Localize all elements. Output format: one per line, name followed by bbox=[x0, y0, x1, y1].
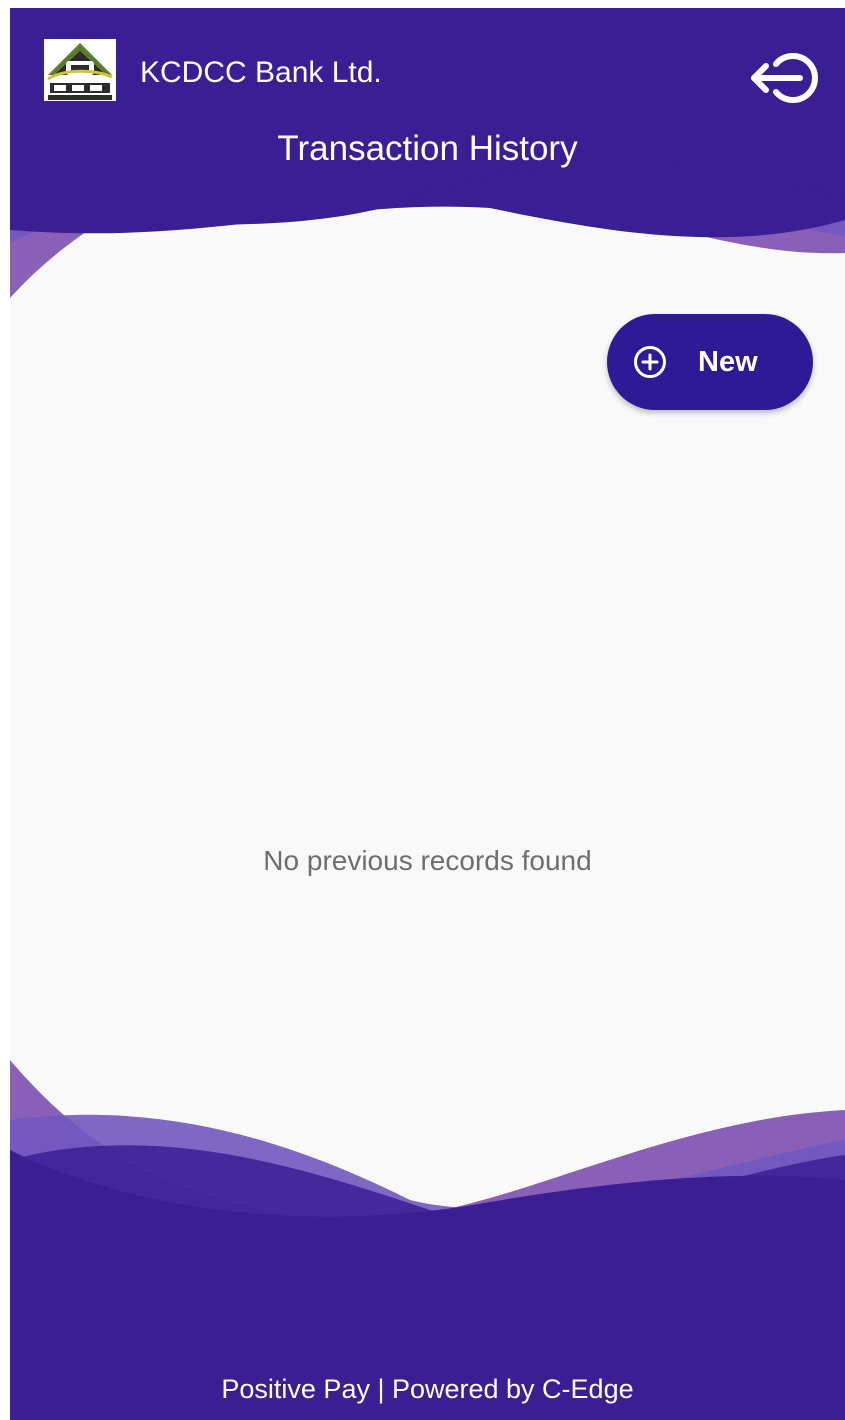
new-button-label: New bbox=[698, 346, 758, 378]
empty-state-message: No previous records found bbox=[263, 845, 592, 876]
transaction-history-screen: KCDCC Bank Ltd. Transaction History New … bbox=[10, 8, 845, 1420]
bank-name: KCDCC Bank Ltd. bbox=[140, 56, 382, 89]
dcc-bank-logo-icon bbox=[44, 39, 116, 101]
page-title: Transaction History bbox=[277, 129, 578, 168]
logout-button[interactable] bbox=[746, 50, 822, 106]
logout-arrow-icon bbox=[751, 53, 818, 103]
footer-text: Positive Pay | Powered by C-Edge bbox=[221, 1374, 634, 1404]
plus-circle-icon bbox=[634, 346, 666, 378]
footer-wave-background bbox=[10, 1060, 845, 1420]
bank-logo bbox=[44, 39, 116, 101]
new-transaction-button[interactable]: New bbox=[607, 314, 813, 410]
